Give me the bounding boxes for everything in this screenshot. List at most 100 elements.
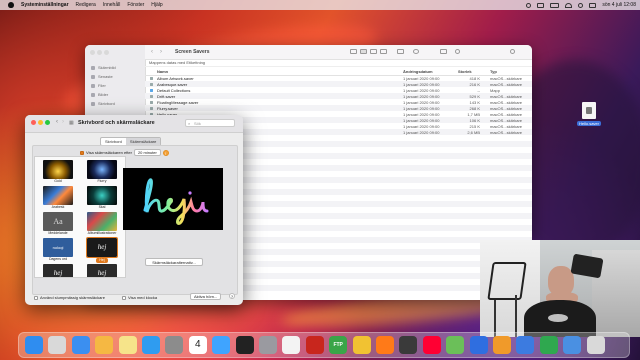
- tab-skrivbord[interactable]: Skrivbord: [101, 138, 126, 145]
- minimize-button[interactable]: [38, 120, 43, 125]
- column-view-icon[interactable]: [370, 49, 377, 54]
- show-after-select[interactable]: 20 minuter: [133, 149, 161, 156]
- screensaver-item[interactable]: hejHej: [41, 264, 75, 277]
- menu-hjalp[interactable]: Hjälp: [151, 2, 162, 8]
- screensaver-item[interactable]: hejHej: [85, 237, 119, 263]
- safari-icon[interactable]: [212, 336, 231, 354]
- menu-fonster[interactable]: Fönster: [127, 2, 144, 8]
- screensaver-item[interactable]: Gold: [41, 160, 75, 184]
- battery-icon[interactable]: [550, 2, 560, 8]
- screensaver-item[interactable]: Flurry: [85, 160, 119, 184]
- menu-innehall[interactable]: Innehåll: [103, 2, 121, 8]
- movie-icon[interactable]: [399, 336, 418, 354]
- screensaver-preview: [123, 168, 223, 230]
- calendar-icon[interactable]: 4: [188, 336, 207, 354]
- screensaver-item[interactable]: Aa Meddelande: [41, 212, 75, 236]
- firefox-icon[interactable]: [376, 336, 394, 354]
- share-icon[interactable]: [440, 49, 447, 54]
- screensaver-thumb: hej: [86, 237, 118, 258]
- xcode-icon[interactable]: [469, 336, 488, 354]
- diskutility-icon[interactable]: [259, 336, 277, 354]
- search-icon[interactable]: [578, 2, 584, 8]
- screensaver-thumb: [87, 186, 117, 205]
- keynote-icon[interactable]: [516, 336, 535, 354]
- action-icon[interactable]: [413, 49, 419, 54]
- sidebar-item-skarmbild[interactable]: Skärmbild: [91, 65, 116, 70]
- close-button[interactable]: [31, 120, 36, 125]
- list-view-icon[interactable]: [360, 49, 367, 54]
- menu-bar: Systeminställningar Redigera Innehåll Fö…: [0, 0, 640, 10]
- back-icon[interactable]: ‹: [56, 119, 58, 125]
- youtube-icon[interactable]: [422, 336, 441, 354]
- random-saver-row: Använd slumpmässig skärmsläckare: [34, 295, 105, 300]
- systemprefs-icon[interactable]: [165, 336, 184, 354]
- mail-icon[interactable]: [71, 336, 90, 354]
- launchpad-icon[interactable]: [48, 336, 67, 354]
- hello-thumb-icon: hej: [53, 269, 63, 277]
- sidebar-item-senaste[interactable]: Senaste: [91, 74, 113, 79]
- sidebar-item-filer[interactable]: Filer: [91, 83, 106, 88]
- screensaver-item[interactable]: noloqi Dagens ord: [41, 238, 75, 262]
- zoom-button[interactable]: [104, 50, 109, 55]
- photos-icon[interactable]: [95, 336, 114, 354]
- sidebar-item-skrivbord[interactable]: Skrivbord: [91, 101, 115, 106]
- group-icon[interactable]: [397, 49, 404, 54]
- random-saver-checkbox[interactable]: [34, 295, 38, 300]
- record-icon[interactable]: [526, 2, 532, 8]
- screensaver-item[interactable]: Skal: [85, 186, 119, 210]
- filezilla-icon[interactable]: [305, 336, 324, 354]
- pages-icon[interactable]: [493, 336, 511, 354]
- numbers-icon[interactable]: [539, 336, 558, 354]
- screensaver-label: Arabesk: [51, 205, 65, 209]
- screensaver-item[interactable]: Albumillustrationer: [85, 212, 119, 236]
- show-clock-checkbox[interactable]: [122, 295, 126, 300]
- finder-title: Screen Savers: [175, 49, 210, 55]
- close-button[interactable]: [90, 50, 95, 55]
- tag-icon[interactable]: [455, 49, 460, 54]
- screensaver-label: Albumillustrationer: [87, 231, 117, 235]
- prefs-search-field[interactable]: ⌕ Sök: [185, 119, 235, 127]
- gallery-view-icon[interactable]: [380, 49, 387, 54]
- screensaver-item[interactable]: hejHej: [85, 264, 119, 277]
- zoom-button[interactable]: [45, 120, 50, 125]
- search-icon[interactable]: [510, 49, 515, 54]
- dropbox-icon[interactable]: [537, 2, 545, 8]
- icon-view-icon[interactable]: [350, 49, 357, 54]
- sidebar-item-bilder[interactable]: Bilder: [91, 92, 108, 97]
- menu-redigera[interactable]: Redigera: [76, 2, 96, 8]
- help-button[interactable]: ?: [229, 293, 235, 299]
- screensaver-thumb: [87, 160, 117, 179]
- forward-icon[interactable]: ›: [62, 119, 64, 125]
- column-size[interactable]: Storlek: [458, 69, 472, 74]
- maps-icon[interactable]: [446, 336, 465, 354]
- wifi-icon[interactable]: [565, 2, 573, 8]
- trash-icon[interactable]: [586, 336, 605, 354]
- column-kind[interactable]: Typ: [490, 69, 497, 74]
- apple-menu-icon[interactable]: [8, 2, 14, 8]
- tab-skarmslackare[interactable]: Skärmsläckare: [125, 138, 161, 145]
- minimize-button[interactable]: [97, 50, 102, 55]
- ftp-icon[interactable]: FTP: [329, 336, 348, 354]
- screensaver-item[interactable]: Arabesk: [41, 186, 75, 210]
- screensaver-options-button[interactable]: Skärmsläckaralternativ...: [145, 258, 203, 266]
- show-after-checkbox[interactable]: [80, 150, 84, 155]
- show-all-icon[interactable]: ▦: [69, 120, 74, 126]
- desktop-file-hello-saver[interactable]: Hello.saver: [577, 102, 601, 126]
- notes-icon[interactable]: [118, 336, 137, 354]
- textedit-icon[interactable]: [282, 336, 301, 354]
- folder-icon: [150, 88, 153, 92]
- column-name[interactable]: Namn: [157, 69, 168, 74]
- screensaver-label: Skal: [98, 205, 106, 209]
- hot-corners-button[interactable]: Aktiva hörn...: [190, 293, 222, 300]
- column-date[interactable]: Ändringsdatum: [403, 69, 433, 74]
- forward-icon[interactable]: ›: [160, 49, 162, 55]
- back-icon[interactable]: ‹: [151, 49, 153, 55]
- terminal-icon[interactable]: [235, 336, 254, 354]
- control-center-icon[interactable]: [589, 2, 597, 8]
- menu-app-name[interactable]: Systeminställningar: [21, 2, 69, 8]
- finder-icon[interactable]: [25, 336, 43, 354]
- chrome-icon[interactable]: [352, 336, 371, 354]
- appstore-icon[interactable]: [142, 336, 160, 354]
- menu-clock[interactable]: sön 4 juli 12:08: [602, 2, 636, 8]
- downloads-icon[interactable]: [563, 336, 582, 354]
